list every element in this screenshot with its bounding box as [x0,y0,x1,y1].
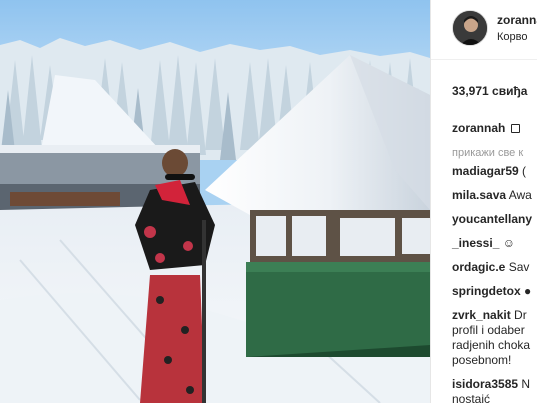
comment-username[interactable]: youcantellany [452,212,532,226]
caption-username[interactable]: zorannah [452,121,505,135]
comment-text-line: posebnom! [452,353,512,367]
comment-text-line: profil i odaber [452,323,525,337]
comment-text: ( [518,164,527,178]
post-username[interactable]: zorannah [497,13,537,27]
comment-username[interactable]: ordagic.e [452,260,505,274]
post-header: zorannah Корво [431,0,537,60]
comment-item-partial: nostajć [452,392,491,403]
comment-item: isidora3585 N [452,377,537,392]
comment-username[interactable]: zvrk_nakit [452,308,511,322]
comment-item: madiagar59 ( [452,164,537,179]
comment-text: N [518,377,531,391]
comment-item: ordagic.e Sav [452,260,537,275]
comment-text: ☺ [499,236,515,250]
comment-username[interactable]: isidora3585 [452,377,518,391]
comment-item: mila.sava Awa [452,188,537,203]
comment-text-line: radjenih choka [452,338,531,352]
comment-text: Dr [510,308,527,322]
comment-username[interactable]: madiagar59 [452,164,519,178]
post-sidebar: zorannah Корво 33,971 свиђа zorannah при… [430,0,537,403]
comment-item: zvrk_nakit Dr profil i odaber radjenih c… [452,308,537,368]
comment-text: Awa [506,188,532,202]
comment-list: madiagar59 ( mila.sava Awa youcantellany… [452,164,537,403]
show-all-comments-link[interactable]: прикажи све к [452,147,523,159]
avatar[interactable] [452,10,488,46]
comment-item: springdetox ● [452,284,537,299]
avatar-icon [453,11,487,45]
comment-username[interactable]: _inessi_ [452,236,499,250]
comment-item: _inessi_ ☺ [452,236,537,251]
post-photo[interactable] [0,0,430,403]
post-location[interactable]: Корво [497,31,527,43]
comment-text: Sav [505,260,530,274]
white-heart-icon [510,124,520,133]
likes-count[interactable]: 33,971 свиђа [452,84,527,98]
caption: zorannah [452,121,520,135]
comment-text: ● [520,284,532,298]
comment-item: youcantellany [452,212,537,227]
comment-username[interactable]: mila.sava [452,188,506,202]
comment-username[interactable]: springdetox [452,284,521,298]
ski-resort-image [0,0,430,403]
